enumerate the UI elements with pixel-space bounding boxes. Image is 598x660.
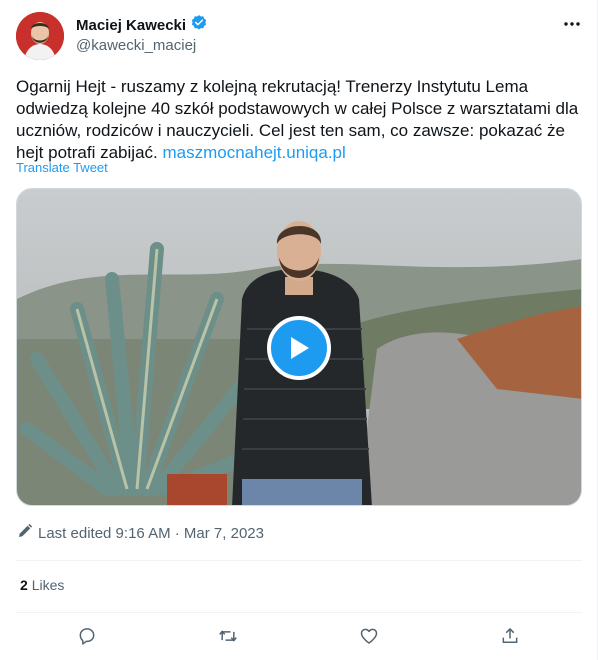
video-player[interactable] bbox=[16, 188, 582, 506]
tweet-link[interactable]: maszmocnahejt.uniqa.pl bbox=[162, 143, 345, 162]
divider bbox=[16, 560, 582, 561]
likes-label: Likes bbox=[31, 577, 65, 593]
author-handle[interactable]: @kawecki_maciej bbox=[76, 37, 196, 54]
play-icon bbox=[291, 337, 309, 359]
edit-history: Last edited 9:16 AM · Mar 7, 2023 bbox=[16, 522, 264, 544]
retweet-icon[interactable] bbox=[214, 622, 242, 650]
translate-tweet-link[interactable]: Translate Tweet bbox=[16, 160, 108, 175]
author-name[interactable]: Maciej Kawecki bbox=[76, 17, 186, 34]
avatar[interactable] bbox=[16, 12, 64, 60]
play-button[interactable] bbox=[267, 316, 331, 380]
verified-badge-icon bbox=[190, 14, 208, 37]
likes-count[interactable]: 2 Likes bbox=[20, 577, 64, 593]
reply-icon[interactable] bbox=[73, 622, 101, 650]
more-options-icon[interactable] bbox=[560, 12, 584, 36]
edited-timestamp[interactable]: Last edited 9:16 AM · Mar 7, 2023 bbox=[38, 525, 264, 542]
tweet-card: Maciej Kawecki @kawecki_maciej Ogarnij H… bbox=[0, 0, 598, 660]
pencil-icon bbox=[16, 522, 34, 544]
share-icon[interactable] bbox=[496, 622, 524, 650]
likes-number: 2 bbox=[20, 577, 28, 593]
divider bbox=[16, 612, 582, 613]
action-bar bbox=[16, 622, 582, 650]
like-icon[interactable] bbox=[355, 622, 383, 650]
tweet-text: Ogarnij Hejt - ruszamy z kolejną rekruta… bbox=[16, 76, 582, 164]
